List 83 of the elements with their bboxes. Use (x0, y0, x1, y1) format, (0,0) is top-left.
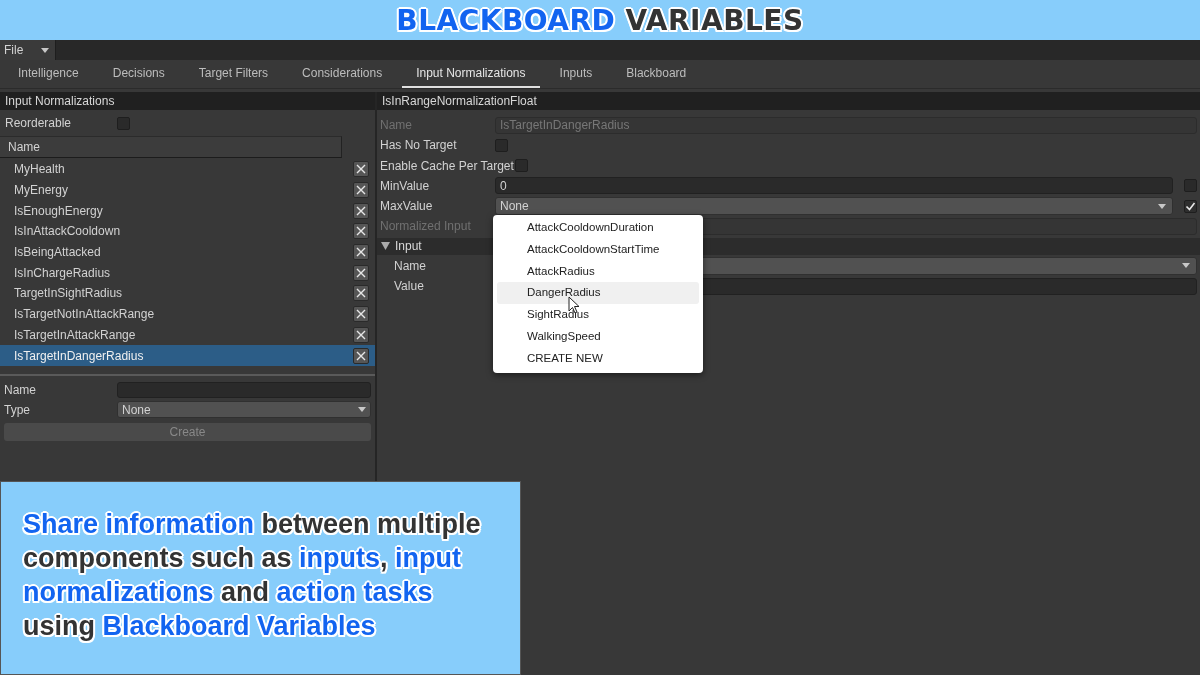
x-icon (356, 350, 366, 361)
tab[interactable]: Blackboard (612, 60, 701, 88)
item-name: IsBeingAttacked (14, 245, 101, 260)
field-label: Name (380, 118, 413, 132)
x-icon (356, 247, 366, 258)
tab[interactable]: Target Filters (184, 60, 283, 88)
list-item[interactable]: IsEnoughEnergy (0, 200, 375, 222)
item-name: IsInAttackCooldown (14, 224, 121, 239)
file-menu-button[interactable]: File (0, 40, 56, 60)
x-icon (356, 309, 366, 320)
column-header-label: Name (7, 140, 40, 154)
caret-icon (358, 407, 366, 413)
type-dropdown[interactable]: None (117, 401, 371, 419)
menu-item[interactable]: WalkingSpeed (497, 326, 699, 348)
field-label: Reorderable (5, 116, 73, 130)
x-icon (356, 226, 366, 237)
remove-button[interactable] (353, 202, 369, 219)
field-label: Name (393, 258, 427, 273)
checkbox[interactable] (1184, 179, 1197, 193)
list-item[interactable]: IsTargetInAttackRange (0, 324, 375, 346)
dropdown[interactable]: None (495, 197, 1173, 216)
remove-button[interactable] (353, 326, 369, 343)
remove-button[interactable] (353, 182, 369, 199)
item-name: IsInChargeRadius (14, 265, 111, 280)
field-label: MaxValue (380, 199, 434, 214)
menu-item[interactable]: CREATE NEW (497, 347, 699, 370)
tab[interactable]: Input Normalizations (402, 60, 540, 88)
x-icon (356, 164, 366, 175)
x-icon (356, 205, 366, 216)
list-item[interactable]: IsBeingAttacked (0, 241, 375, 263)
item-name: MyHealth (14, 162, 65, 177)
list-item[interactable]: IsTargetInDangerRadius (0, 345, 375, 366)
tab[interactable]: Considerations (288, 60, 397, 88)
list-item[interactable]: IsInChargeRadius (0, 262, 375, 284)
menu-item[interactable]: SightRadius (497, 304, 699, 326)
list-item[interactable]: MyEnergy (0, 179, 375, 201)
list-item[interactable]: IsTargetNotInAttackRange (0, 303, 375, 325)
list-item[interactable]: IsInAttackCooldown (0, 221, 375, 242)
checkbox[interactable] (495, 138, 508, 152)
x-icon (356, 185, 366, 196)
remove-button[interactable] (353, 161, 369, 178)
panel-header: Input Normalizations (0, 92, 375, 110)
panel-header: IsInRangeNormalizationFloat (377, 92, 1200, 110)
tab[interactable]: Decisions (98, 60, 179, 88)
remove-button[interactable] (353, 285, 369, 302)
x-icon (356, 329, 366, 340)
menu-item[interactable]: AttackCooldownDuration (497, 217, 699, 239)
banner-title: BLACKBOARD VARIABLES (396, 3, 804, 37)
remove-button[interactable] (353, 347, 369, 364)
remove-button[interactable] (353, 264, 369, 281)
x-icon (356, 288, 366, 299)
field-label: Has No Target (380, 138, 458, 153)
field-label: Value (393, 279, 425, 294)
field-label: Name (4, 382, 37, 397)
item-name: IsTargetNotInAttackRange (14, 307, 155, 322)
x-icon (356, 267, 366, 278)
field-label: MinValue (380, 178, 431, 193)
checkbox[interactable] (514, 159, 528, 173)
checkbox[interactable] (117, 116, 130, 130)
item-name: IsTargetInDangerRadius (14, 348, 144, 363)
checkbox[interactable] (1184, 199, 1197, 213)
item-name: IsEnoughEnergy (14, 203, 103, 218)
remove-button[interactable] (353, 223, 369, 240)
item-name: MyEnergy (14, 183, 69, 198)
field-label: Enable Cache Per Target (380, 158, 514, 173)
item-name: IsTargetInAttackRange (14, 327, 136, 342)
triangle-icon (381, 242, 390, 251)
caret-icon (41, 47, 49, 53)
field-label: Normalized Input (380, 219, 472, 234)
list-item[interactable]: TargetInSightRadius (0, 283, 375, 304)
text-field[interactable]: 0 (495, 177, 1173, 195)
tab[interactable]: Intelligence (4, 60, 93, 88)
menu-item[interactable]: AttackRadius (497, 260, 699, 283)
list-item[interactable]: MyHealth (0, 159, 375, 180)
field-label: Type (4, 402, 31, 417)
menu-item[interactable]: DangerRadius (497, 282, 699, 305)
remove-button[interactable] (353, 306, 369, 323)
caret-icon (1158, 203, 1166, 209)
caption-text: Share information between multiple components such as inputs, input normalizations and action tasks using Blackboard Variables (23, 508, 482, 643)
remove-button[interactable] (353, 244, 369, 261)
tab[interactable]: Inputs (545, 60, 607, 88)
item-name: TargetInSightRadius (14, 286, 123, 301)
caret-icon (1182, 263, 1190, 269)
